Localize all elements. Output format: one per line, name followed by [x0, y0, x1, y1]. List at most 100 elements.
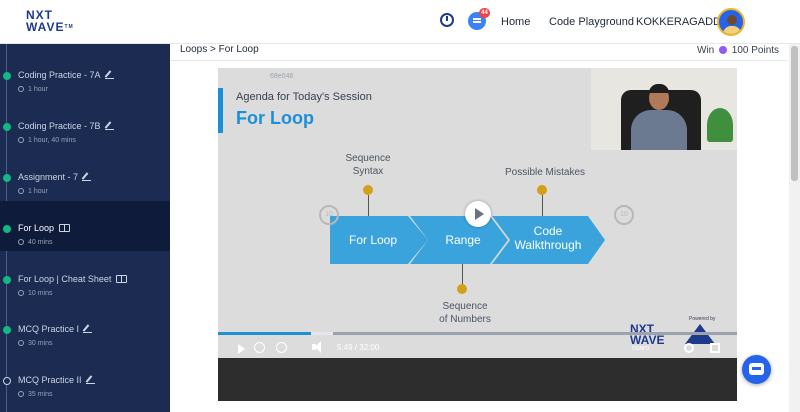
settings-icon[interactable] — [684, 343, 694, 353]
avatar[interactable] — [717, 8, 745, 36]
sidebar-item-duration: 1 hour, 40 mins — [18, 137, 76, 144]
fullscreen-icon[interactable] — [710, 343, 720, 353]
book-icon — [59, 224, 71, 232]
slide-subtitle: Agenda for Today's Session — [236, 91, 372, 103]
duration-text: 1 hour — [28, 86, 48, 93]
instructor-body — [631, 110, 687, 150]
nxtwave-logo[interactable]: NXT WAVETM — [26, 9, 76, 37]
clock-icon — [18, 86, 24, 92]
arrow-label-range: Range — [445, 233, 481, 247]
duration-text: 10 mins — [28, 290, 53, 297]
edit-icon — [82, 172, 92, 181]
volume-icon[interactable] — [312, 341, 321, 353]
sidebar-item-for-loop-cheat-sheet[interactable]: For Loop | Cheat Sheet 10 mins — [0, 252, 170, 302]
clock-icon — [18, 290, 24, 296]
points-label: Win — [697, 45, 715, 56]
sidebar-item-duration: 1 hour — [18, 188, 48, 195]
edit-icon — [83, 324, 93, 333]
current-time: 5:49 — [337, 343, 353, 352]
sidebar-item-title: For Loop — [18, 223, 71, 233]
nav-home-link[interactable]: Home — [501, 16, 530, 28]
instructor-webcam — [591, 68, 737, 150]
rewind-icon[interactable] — [254, 342, 265, 353]
slide-pin-line — [368, 195, 369, 217]
video-time: 5:49 / 32:00 — [337, 343, 379, 352]
rewind-10-icon[interactable]: 10 — [319, 205, 339, 225]
sidebar-item-label: MCQ Practice I — [18, 324, 80, 334]
sidebar-item-duration: 10 mins — [18, 290, 53, 297]
user-name[interactable]: KOKKERAGADDA — [636, 16, 728, 28]
page-scroll-thumb[interactable] — [791, 46, 798, 181]
sidebar-item-for-loop[interactable]: For Loop 40 mins — [0, 201, 170, 251]
progress-fill — [218, 332, 311, 335]
play-icon[interactable] — [238, 344, 245, 354]
slide-id: 68e046 — [270, 73, 294, 80]
slide-accent-bar — [218, 88, 223, 133]
coin-icon — [719, 46, 728, 54]
logo-line-2-text: WAVE — [26, 20, 65, 34]
duration-text: 1 hour — [28, 188, 48, 195]
chat-bot-help-button[interactable] — [742, 355, 771, 384]
completed-check-icon — [3, 72, 11, 80]
book-icon — [116, 275, 128, 283]
webcam-plant — [707, 108, 733, 142]
time-separator: / — [354, 343, 358, 352]
sidebar-item-coding-practice-7a[interactable]: Coding Practice - 7A 1 hour — [0, 48, 170, 98]
points-value: 100 Points — [731, 45, 780, 56]
page-root: NXT WAVETM 44 Home Code Playground KOKKE… — [0, 0, 800, 412]
clock-icon — [18, 340, 24, 346]
slide-pin — [457, 284, 467, 294]
edit-icon — [104, 121, 114, 130]
sidebar-item-title: MCQ Practice II — [18, 375, 95, 385]
clock-icon — [18, 137, 24, 143]
sidebar-item-mcq-practice-1[interactable]: MCQ Practice I 30 mins — [0, 302, 170, 352]
sidebar-item-duration: 1 hour — [18, 86, 48, 93]
edit-icon — [104, 70, 114, 79]
completed-check-icon — [3, 225, 11, 233]
slide-pin — [537, 185, 547, 195]
clock-icon — [18, 188, 24, 194]
sidebar-item-label: For Loop | Cheat Sheet — [18, 274, 112, 284]
video-controls: 5:49 / 32:00 ccaro — [218, 336, 737, 358]
completed-check-icon — [3, 276, 11, 284]
timer-icon[interactable] — [440, 13, 454, 27]
sidebar-item-label: Assignment - 7 — [18, 172, 79, 182]
total-duration: 32:00 — [359, 343, 380, 352]
clock-icon — [18, 239, 24, 245]
quality-selector[interactable]: ccaro — [632, 345, 649, 352]
points-reward: Win 100 Points — [697, 45, 779, 56]
content-divider — [170, 60, 788, 61]
video-player[interactable]: 68e046 Agenda for Today's Session For Lo… — [218, 68, 737, 401]
arrow-label-for-loop: For Loop — [348, 233, 398, 247]
forward-10-icon[interactable]: 10 — [614, 205, 634, 225]
slide-pin-line — [542, 195, 543, 217]
sidebar-item-coding-practice-7b[interactable]: Coding Practice - 7B 1 hour, 40 mins — [0, 99, 170, 149]
chat-count-badge: 44 — [479, 8, 490, 18]
logo-line-2: WAVETM — [26, 21, 76, 33]
completed-check-icon — [3, 174, 11, 182]
sidebar-item-label: MCQ Practice II — [18, 375, 82, 385]
duration-text: 35 mins — [28, 391, 53, 398]
sidebar-item-duration: 35 mins — [18, 391, 53, 398]
nav-code-playground-link[interactable]: Code Playground — [549, 16, 634, 28]
sidebar-item-assignment-7[interactable]: Assignment - 7 1 hour — [0, 150, 170, 200]
sidebar-item-label: Coding Practice - 7A — [18, 70, 101, 80]
slide-pin-line — [462, 264, 463, 286]
breadcrumb[interactable]: Loops > For Loop — [180, 44, 259, 55]
logo-tm: TM — [64, 24, 74, 30]
video-lower-panel — [218, 358, 737, 401]
sidebar-item-title: Assignment - 7 — [18, 172, 92, 182]
clock-icon — [18, 391, 24, 397]
slide-label-sequence-of-numbers: Sequence of Numbers — [439, 301, 491, 325]
sidebar-item-duration: 40 mins — [18, 239, 53, 246]
duration-text: 30 mins — [28, 340, 53, 347]
completed-check-icon — [3, 123, 11, 131]
edit-icon — [85, 375, 95, 384]
slide-pin — [363, 185, 373, 195]
sidebar-item-mcq-practice-2[interactable]: MCQ Practice II 35 mins — [0, 353, 170, 403]
forward-icon[interactable] — [276, 342, 287, 353]
sidebar-item-label: Coding Practice - 7B — [18, 121, 101, 131]
top-navbar: NXT WAVETM 44 Home Code Playground KOKKE… — [0, 0, 800, 44]
play-button[interactable] — [465, 201, 491, 227]
slide-label-possible-mistakes: Possible Mistakes — [504, 167, 586, 178]
